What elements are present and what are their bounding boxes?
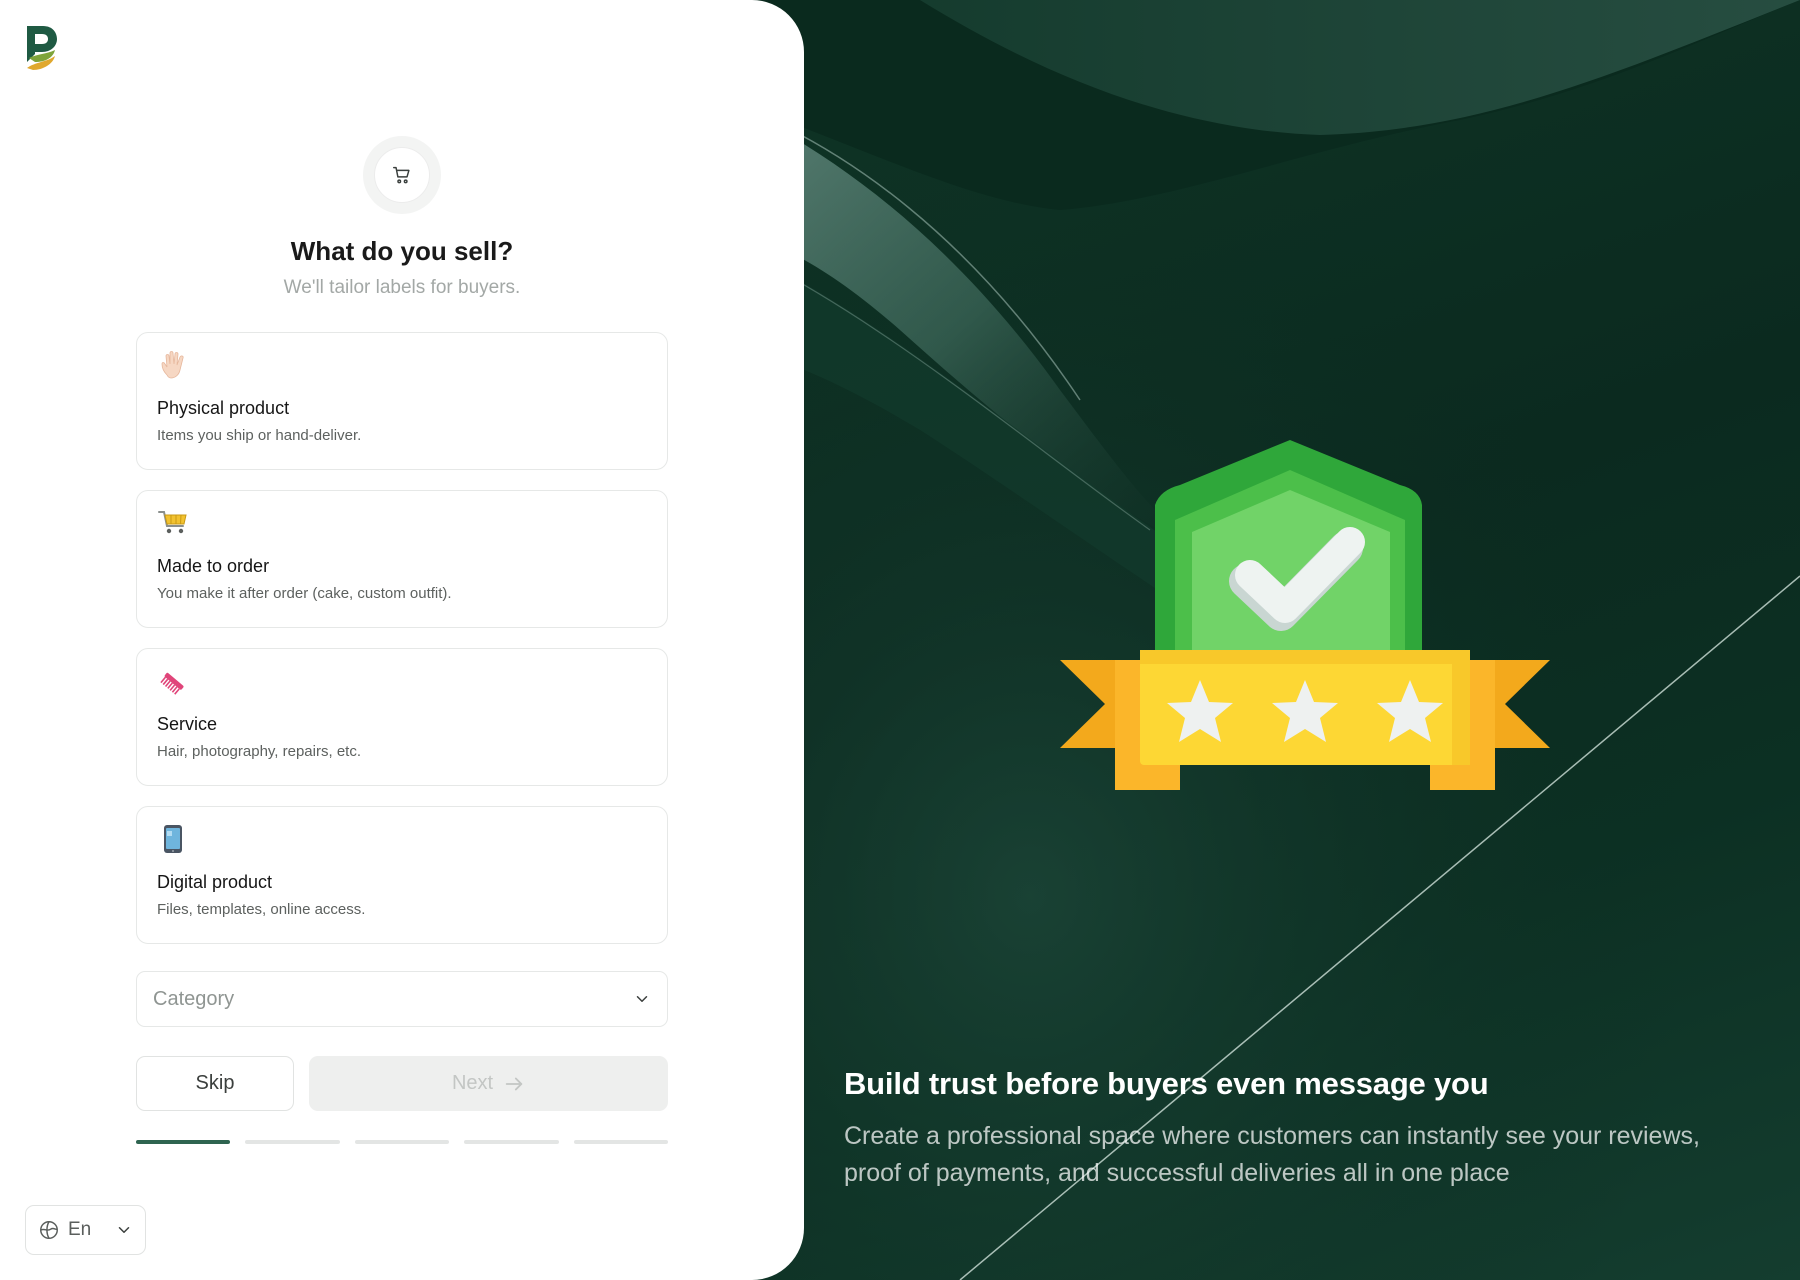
category-select[interactable]: Category [136,971,668,1027]
hero-title: Build trust before buyers even message y… [844,1066,1489,1101]
page-subtitle: We'll tailor labels for buyers. [283,277,521,298]
verified-shield-badge-icon [1060,440,1550,790]
option-title: Digital product [157,872,273,892]
next-button-label: Next [451,1072,494,1094]
chevron-down-icon [118,1227,130,1233]
category-placeholder: Category [153,987,235,1010]
page-title: What do you sell? [290,236,514,266]
option-description: Items you ship or hand-deliver. [157,427,362,444]
option-title: Service [157,714,218,734]
option-title: Made to order [157,556,270,576]
header-icon-ring [363,136,441,214]
option-digital-product[interactable]: Digital product Files, templates, online… [136,806,668,944]
progress-step [573,1140,669,1144]
next-button[interactable]: Next [309,1056,668,1111]
hero-panel: Build trust before buyers even message y… [700,0,1800,1280]
globe-icon [40,1221,58,1239]
option-service[interactable]: Service Hair, photography, repairs, etc. [136,648,668,786]
mobile-phone-icon [164,825,182,853]
onboarding-panel: What do you sell? We'll tailor labels fo… [0,0,804,1280]
option-description: Hair, photography, repairs, etc. [157,743,361,760]
language-label: En [68,1219,92,1240]
progress-step [354,1140,450,1144]
cart-icon [374,147,430,203]
shopping-cart-icon [158,511,187,534]
skip-button[interactable]: Skip [136,1056,294,1111]
language-selector[interactable]: En [25,1205,146,1255]
progress-step [245,1140,340,1144]
progress-steps [136,1140,669,1144]
comb-icon [160,672,184,695]
progress-step [464,1140,559,1144]
arrow-right-icon [505,1077,523,1090]
option-title: Physical product [157,398,290,418]
option-description: You make it after order (cake, custom ou… [157,585,452,602]
hand-icon [161,351,184,379]
progress-step-active [136,1140,231,1144]
option-made-to-order[interactable]: Made to order You make it after order (c… [136,490,668,628]
brand-logo-icon [27,26,57,70]
option-description: Files, templates, online access. [157,901,366,918]
chevron-down-icon [636,996,648,1002]
hero-subtitle: Create a professional space where custom… [844,1122,1700,1187]
option-physical-product[interactable]: Physical product Items you ship or hand-… [136,332,668,470]
